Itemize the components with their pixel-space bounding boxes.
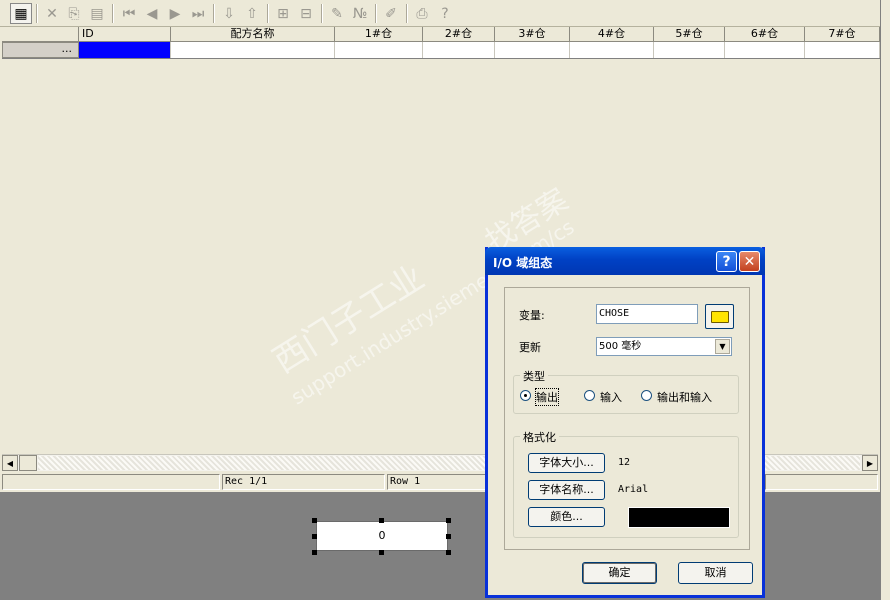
format-group-title: 格式化	[520, 429, 559, 445]
folder-icon	[711, 311, 729, 323]
table-cell[interactable]	[725, 42, 805, 58]
font-size-button[interactable]: 字体大小...	[528, 453, 605, 473]
resize-handle[interactable]	[379, 518, 384, 523]
remove-row-icon[interactable]: ⊟	[295, 3, 317, 24]
rename-icon[interactable]: ✎	[326, 3, 348, 24]
table-icon[interactable]: ▦	[10, 3, 32, 24]
table-cell[interactable]	[335, 42, 423, 58]
radio-io-label[interactable]: 输出和输入	[657, 389, 712, 405]
resize-handle[interactable]	[379, 550, 384, 555]
edit-icon[interactable]: ✐	[380, 3, 402, 24]
corner-header	[2, 27, 79, 42]
resize-handle[interactable]	[312, 534, 317, 539]
table-cell[interactable]	[423, 42, 495, 58]
status-row: Row 1	[387, 474, 487, 490]
font-name-value: Arial	[618, 484, 649, 495]
resize-handle[interactable]	[446, 518, 451, 523]
font-name-button[interactable]: 字体名称...	[528, 480, 605, 500]
variable-input[interactable]: CHOSE	[596, 304, 698, 324]
print-icon[interactable]: ⎙	[411, 3, 433, 24]
update-cycle-value: 500 毫秒	[599, 341, 642, 352]
column-header-bin-5[interactable]: 5#仓	[654, 27, 725, 42]
import-icon[interactable]: ⇩	[218, 3, 240, 24]
toolbar-separator	[213, 4, 215, 23]
delete-icon[interactable]: ✕	[41, 3, 63, 24]
table-cell[interactable]	[495, 42, 570, 58]
help-button[interactable]: ?	[716, 251, 737, 272]
dialog-title: I/O 域组态	[493, 256, 553, 270]
radio-input-label[interactable]: 输入	[600, 389, 622, 405]
radio-output[interactable]	[520, 390, 531, 401]
font-size-value: 12	[618, 457, 631, 468]
settings-panel: 变量: CHOSE 更新 500 毫秒 ▼ 类型 输出 输入 输出和输入 格式化…	[504, 287, 750, 550]
resize-handle[interactable]	[446, 534, 451, 539]
table-cell[interactable]	[654, 42, 725, 58]
export-icon[interactable]: ⇧	[241, 3, 263, 24]
resize-handle[interactable]	[446, 550, 451, 555]
resize-handle[interactable]	[312, 518, 317, 523]
toolbar-separator	[375, 4, 377, 23]
color-swatch	[628, 507, 730, 528]
last-record-icon[interactable]: ⏭	[187, 3, 209, 24]
table-cell-id-selected[interactable]	[79, 42, 171, 58]
properties-icon[interactable]: ▤	[86, 3, 108, 24]
variable-label: 变量:	[519, 309, 545, 322]
io-field[interactable]: 0	[316, 521, 448, 551]
browse-variable-button[interactable]	[705, 304, 734, 329]
toolbar-separator	[321, 4, 323, 23]
help-icon[interactable]: ?	[434, 3, 456, 24]
paste-icon[interactable]: ⎘	[63, 3, 85, 24]
type-group: 类型 输出 输入 输出和输入	[513, 368, 739, 414]
dialog-titlebar[interactable]: I/O 域组态 ? ✕	[485, 247, 765, 275]
scroll-thumb[interactable]	[19, 455, 37, 471]
update-label: 更新	[519, 341, 541, 354]
window-edge	[880, 0, 890, 600]
io-field-config-dialog: I/O 域组态 ? ✕ 变量: CHOSE 更新 500 毫秒 ▼ 类型 输出 …	[485, 247, 765, 598]
table-cell[interactable]	[805, 42, 880, 58]
column-header-id[interactable]: ID	[79, 27, 171, 42]
ok-button[interactable]: 确定	[582, 562, 657, 584]
toolbar-separator	[267, 4, 269, 23]
recipe-table: ID 配方名称 1#仓 2#仓 3#仓 4#仓 5#仓 6#仓 7#仓 ...	[2, 27, 880, 59]
table-cell[interactable]	[570, 42, 654, 58]
dropdown-arrow-icon[interactable]: ▼	[715, 339, 730, 354]
radio-input[interactable]	[584, 390, 595, 401]
add-row-icon[interactable]: ⊞	[272, 3, 294, 24]
previous-record-icon[interactable]: ◀	[141, 3, 163, 24]
column-header-recipe-name[interactable]: 配方名称	[171, 27, 335, 42]
column-header-bin-7[interactable]: 7#仓	[805, 27, 880, 42]
column-header-bin-3[interactable]: 3#仓	[495, 27, 570, 42]
scroll-right-icon[interactable]: ▶	[862, 455, 878, 471]
column-header-bin-4[interactable]: 4#仓	[570, 27, 654, 42]
column-header-bin-1[interactable]: 1#仓	[335, 27, 423, 42]
update-cycle-select[interactable]: 500 毫秒 ▼	[596, 337, 732, 356]
first-record-icon[interactable]: ⏮	[118, 3, 140, 24]
toolbar: ▦ ✕ ⎘ ▤ ⏮ ◀ ▶ ⏭ ⇩ ⇧ ⊞ ⊟ ✎ № ✐ ⎙ ?	[0, 0, 880, 27]
toolbar-separator	[406, 4, 408, 23]
resize-handle[interactable]	[312, 550, 317, 555]
table-cell[interactable]	[171, 42, 335, 58]
scroll-left-icon[interactable]: ◀	[2, 455, 18, 471]
radio-output-label[interactable]: 输出	[535, 388, 559, 406]
close-button[interactable]: ✕	[739, 251, 760, 272]
format-group: 格式化 字体大小... 12 字体名称... Arial 颜色...	[513, 429, 739, 538]
column-header-bin-2[interactable]: 2#仓	[423, 27, 495, 42]
toolbar-separator	[36, 4, 38, 23]
cancel-button[interactable]: 取消	[678, 562, 753, 584]
toolbar-separator	[112, 4, 114, 23]
color-button[interactable]: 颜色...	[528, 507, 605, 527]
status-panel	[765, 474, 878, 490]
status-panel	[2, 474, 220, 490]
type-group-title: 类型	[520, 368, 548, 384]
row-header[interactable]: ...	[2, 42, 79, 58]
next-record-icon[interactable]: ▶	[164, 3, 186, 24]
renumber-icon[interactable]: №	[349, 3, 371, 24]
column-header-bin-6[interactable]: 6#仓	[725, 27, 805, 42]
radio-io[interactable]	[641, 390, 652, 401]
status-record: Rec 1/1	[222, 474, 385, 490]
